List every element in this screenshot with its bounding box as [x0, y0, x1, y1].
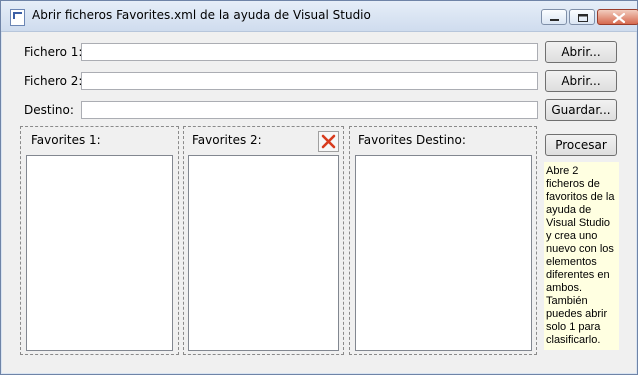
- abrir2-button[interactable]: Abrir...: [545, 70, 617, 92]
- close-icon: [612, 12, 626, 24]
- abrir1-button[interactable]: Abrir...: [545, 41, 617, 63]
- minimize-icon: [550, 19, 559, 21]
- destino-list[interactable]: [355, 155, 532, 351]
- maximize-button[interactable]: [569, 9, 595, 25]
- procesar-button[interactable]: Procesar: [545, 134, 617, 156]
- maximize-icon: [578, 14, 588, 22]
- favorites2-list[interactable]: [188, 155, 339, 351]
- fichero1-label: Fichero 1:: [24, 45, 83, 59]
- main-window: Abrir ficheros Favorites.xml de la ayuda…: [0, 0, 638, 375]
- minimize-button[interactable]: [541, 9, 567, 25]
- favorites1-label: Favorites 1:: [31, 133, 101, 147]
- info-text: Abre 2 ficheros de favoritos de la ayuda…: [544, 162, 619, 350]
- fichero1-field[interactable]: [81, 43, 538, 61]
- close-button[interactable]: [597, 9, 638, 25]
- fichero2-label: Fichero 2:: [24, 74, 83, 88]
- destino-field[interactable]: [81, 101, 538, 119]
- guardar-button[interactable]: Guardar...: [545, 99, 617, 121]
- destino-panel-label: Favorites Destino:: [358, 133, 466, 147]
- clear-icon: [321, 134, 336, 149]
- window-title: Abrir ficheros Favorites.xml de la ayuda…: [32, 8, 371, 22]
- destino-label: Destino:: [24, 103, 74, 117]
- app-icon: [10, 9, 25, 26]
- title-bar[interactable]: Abrir ficheros Favorites.xml de la ayuda…: [1, 1, 638, 32]
- clear-favorites2-button[interactable]: [318, 131, 339, 152]
- favorites1-list[interactable]: [26, 155, 173, 351]
- fichero2-field[interactable]: [81, 72, 538, 90]
- favorites2-label: Favorites 2:: [192, 133, 262, 147]
